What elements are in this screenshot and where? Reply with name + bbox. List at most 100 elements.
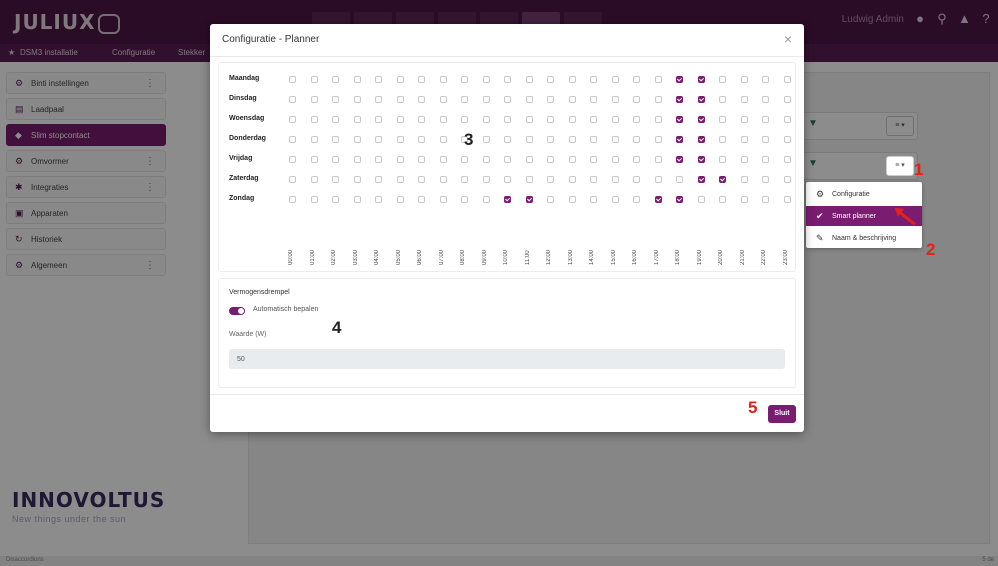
hour-checkbox[interactable]	[762, 156, 769, 163]
hour-checkbox[interactable]	[439, 136, 447, 143]
hour-checkbox[interactable]	[396, 96, 404, 103]
hour-checkbox[interactable]	[504, 176, 511, 183]
hour-checkbox[interactable]	[418, 196, 425, 203]
hour-checkbox[interactable]	[375, 196, 382, 203]
hour-checkbox[interactable]	[375, 96, 382, 103]
hour-checkbox[interactable]	[719, 136, 726, 143]
hour-checkbox[interactable]	[590, 136, 597, 143]
hour-checkbox[interactable]	[482, 136, 490, 143]
hour-checkbox[interactable]	[353, 156, 361, 163]
hour-checkbox[interactable]	[719, 76, 726, 83]
hour-checkbox[interactable]	[547, 96, 554, 103]
hour-checkbox[interactable]	[547, 116, 554, 123]
hour-checkbox[interactable]	[719, 196, 726, 203]
hour-checkbox[interactable]	[418, 116, 425, 123]
hour-checkbox[interactable]	[783, 136, 791, 143]
hour-checkbox[interactable]	[439, 116, 447, 123]
hour-checkbox[interactable]	[375, 116, 382, 123]
hour-checkbox[interactable]	[310, 136, 318, 143]
hour-checkbox[interactable]	[590, 176, 597, 183]
hour-checkbox[interactable]	[482, 176, 490, 183]
hour-checkbox[interactable]	[783, 96, 791, 103]
hour-checkbox[interactable]	[504, 96, 511, 103]
hour-checkbox[interactable]	[719, 116, 726, 123]
hour-checkbox[interactable]	[676, 76, 683, 83]
hour-checkbox[interactable]	[482, 96, 490, 103]
hour-checkbox[interactable]	[740, 156, 748, 163]
hour-checkbox[interactable]	[310, 156, 318, 163]
hour-checkbox[interactable]	[332, 156, 339, 163]
hour-checkbox[interactable]	[418, 76, 425, 83]
hour-checkbox[interactable]	[547, 156, 554, 163]
row-menu-button-open[interactable]: ≡ ▾	[886, 156, 914, 176]
hour-checkbox[interactable]	[568, 196, 576, 203]
hour-checkbox[interactable]	[676, 156, 683, 163]
hour-checkbox[interactable]	[418, 96, 425, 103]
hour-checkbox[interactable]	[504, 76, 511, 83]
hour-checkbox[interactable]	[439, 76, 447, 83]
hour-checkbox[interactable]	[568, 96, 576, 103]
hour-checkbox[interactable]	[611, 176, 619, 183]
hour-checkbox[interactable]	[504, 116, 511, 123]
hour-checkbox[interactable]	[439, 96, 447, 103]
hour-checkbox[interactable]	[654, 76, 662, 83]
hour-checkbox[interactable]	[289, 96, 296, 103]
hour-checkbox[interactable]	[482, 196, 490, 203]
hour-checkbox[interactable]	[461, 116, 468, 123]
hour-checkbox[interactable]	[590, 76, 597, 83]
hour-checkbox[interactable]	[525, 116, 533, 123]
hour-checkbox[interactable]	[719, 176, 726, 183]
hour-checkbox[interactable]	[482, 116, 490, 123]
hour-checkbox[interactable]	[697, 76, 705, 83]
hour-checkbox[interactable]	[310, 116, 318, 123]
hour-checkbox[interactable]	[289, 176, 296, 183]
hour-checkbox[interactable]	[740, 196, 748, 203]
hour-checkbox[interactable]	[375, 136, 382, 143]
hour-checkbox[interactable]	[697, 196, 705, 203]
hour-checkbox[interactable]	[525, 76, 533, 83]
hour-checkbox[interactable]	[482, 156, 490, 163]
hour-checkbox[interactable]	[568, 116, 576, 123]
hour-checkbox[interactable]	[547, 196, 554, 203]
hour-checkbox[interactable]	[396, 176, 404, 183]
hour-checkbox[interactable]	[375, 76, 382, 83]
close-icon[interactable]: ×	[784, 31, 792, 47]
hour-checkbox[interactable]	[697, 156, 705, 163]
hour-checkbox[interactable]	[332, 116, 339, 123]
hour-checkbox[interactable]	[461, 76, 468, 83]
hour-checkbox[interactable]	[783, 176, 791, 183]
close-button[interactable]: Sluit	[768, 405, 796, 423]
hour-checkbox[interactable]	[740, 136, 748, 143]
hour-checkbox[interactable]	[611, 76, 619, 83]
hour-checkbox[interactable]	[762, 136, 769, 143]
hour-checkbox[interactable]	[289, 136, 296, 143]
hour-checkbox[interactable]	[783, 116, 791, 123]
hour-checkbox[interactable]	[611, 116, 619, 123]
hour-checkbox[interactable]	[719, 156, 726, 163]
hour-checkbox[interactable]	[375, 176, 382, 183]
hour-checkbox[interactable]	[332, 96, 339, 103]
hour-checkbox[interactable]	[504, 136, 511, 143]
hour-checkbox[interactable]	[396, 116, 404, 123]
hour-checkbox[interactable]	[525, 136, 533, 143]
hour-checkbox[interactable]	[547, 76, 554, 83]
hour-checkbox[interactable]	[289, 156, 296, 163]
hour-checkbox[interactable]	[611, 196, 619, 203]
hour-checkbox[interactable]	[633, 136, 640, 143]
hour-checkbox[interactable]	[590, 96, 597, 103]
hour-checkbox[interactable]	[418, 156, 425, 163]
hour-checkbox[interactable]	[353, 136, 361, 143]
hour-checkbox[interactable]	[654, 116, 662, 123]
hour-checkbox[interactable]	[439, 156, 447, 163]
hour-checkbox[interactable]	[568, 176, 576, 183]
hour-checkbox[interactable]	[525, 196, 533, 203]
hour-checkbox[interactable]	[633, 96, 640, 103]
hour-checkbox[interactable]	[568, 136, 576, 143]
power-value-input[interactable]	[229, 349, 785, 369]
hour-checkbox[interactable]	[590, 116, 597, 123]
hour-checkbox[interactable]	[332, 76, 339, 83]
hour-checkbox[interactable]	[762, 76, 769, 83]
hour-checkbox[interactable]	[762, 96, 769, 103]
hour-checkbox[interactable]	[482, 76, 490, 83]
hour-checkbox[interactable]	[289, 196, 296, 203]
